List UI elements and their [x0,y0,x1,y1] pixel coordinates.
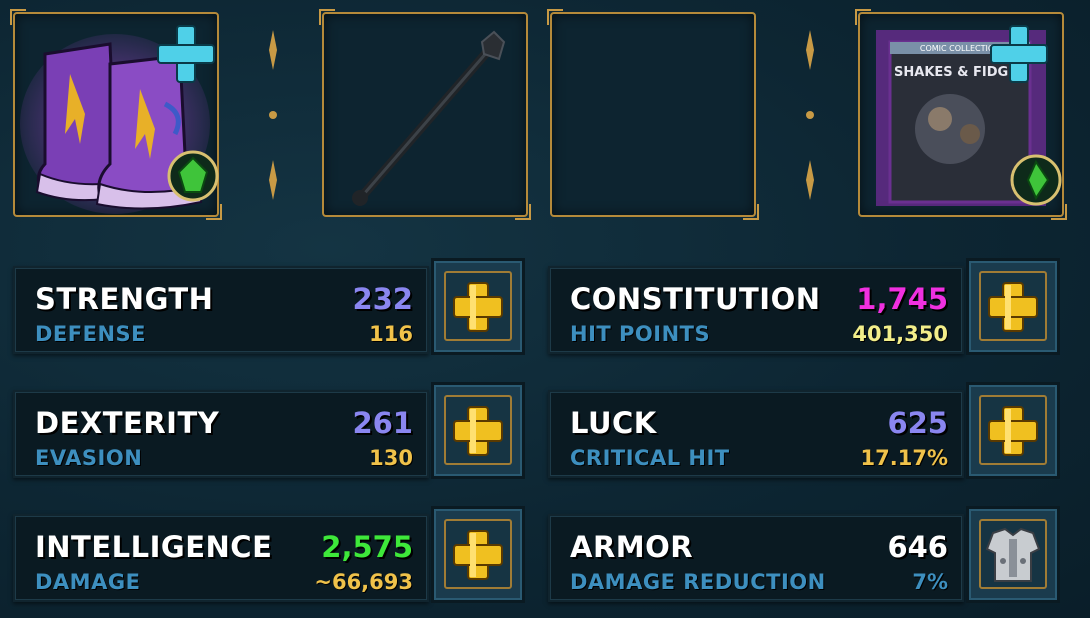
increase-stat-button[interactable] [966,258,1060,355]
equipment-slot-empty[interactable] [547,9,759,220]
plus-icon [453,530,503,580]
stat-name: LUCK [570,406,657,440]
stat-name: STRENGTH [35,282,214,316]
plus-icon [988,282,1038,332]
armor-chest-icon [985,527,1041,582]
plus-icon [988,406,1038,456]
stat-name: INTELLIGENCE [35,530,273,564]
stat-value: 646 [887,530,948,564]
armor-button[interactable] [966,506,1060,603]
plus-icon[interactable] [860,14,1066,219]
stat-panel: DEXTERITY 261 EVASION 130 [13,390,429,478]
stat-row-intelligence: INTELLIGENCE 2,575 DAMAGE ~66,693 [13,506,525,603]
stat-panel: CONSTITUTION 1,745 HIT POINTS 401,350 [548,266,964,354]
derived-stat-name: EVASION [35,446,143,470]
derived-stat-value: 7% [912,570,948,594]
derived-stat-value: 116 [369,322,413,346]
stat-panel: LUCK 625 CRITICAL HIT 17.17% [548,390,964,478]
ornament-divider [806,30,814,200]
stat-panel: INTELLIGENCE 2,575 DAMAGE ~66,693 [13,514,429,602]
stat-panel: ARMOR 646 DAMAGE REDUCTION 7% [548,514,964,602]
stat-name: ARMOR [570,530,694,564]
equipment-slot-boots[interactable] [10,9,222,220]
stat-value: 2,575 [321,530,413,564]
stat-value: 1,745 [856,282,948,316]
stat-value: 232 [352,282,413,316]
derived-stat-value: 401,350 [852,322,948,346]
derived-stat-name: DAMAGE REDUCTION [570,570,826,594]
black-staff-icon [352,30,506,206]
stat-value: 261 [352,406,413,440]
stat-row-armor: ARMOR 646 DAMAGE REDUCTION 7% [548,506,1060,603]
derived-stat-name: CRITICAL HIT [570,446,730,470]
derived-stat-value: ~66,693 [314,570,413,594]
stat-name: DEXTERITY [35,406,220,440]
stat-row-luck: LUCK 625 CRITICAL HIT 17.17% [548,382,1060,479]
stat-panel: STRENGTH 232 DEFENSE 116 [13,266,429,354]
stat-row-strength: STRENGTH 232 DEFENSE 116 [13,258,525,355]
derived-stat-name: DEFENSE [35,322,147,346]
increase-stat-button[interactable] [431,258,525,355]
derived-stat-value: 17.17% [860,446,948,470]
stat-row-constitution: CONSTITUTION 1,745 HIT POINTS 401,350 [548,258,1060,355]
derived-stat-name: HIT POINTS [570,322,711,346]
stat-row-dexterity: DEXTERITY 261 EVASION 130 [13,382,525,479]
equipment-slot-weapon[interactable] [319,9,531,220]
stat-value: 625 [887,406,948,440]
plus-icon [453,406,503,456]
equipment-slot-book[interactable]: COMIC COLLECTION SHAKES & FIDGET [855,9,1067,220]
increase-stat-button[interactable] [431,382,525,479]
derived-stat-value: 130 [369,446,413,470]
increase-stat-button[interactable] [431,506,525,603]
increase-stat-button[interactable] [966,382,1060,479]
plus-icon[interactable] [15,14,221,219]
ornament-divider [269,30,277,200]
stat-name: CONSTITUTION [570,282,821,316]
plus-icon [453,282,503,332]
derived-stat-name: DAMAGE [35,570,141,594]
